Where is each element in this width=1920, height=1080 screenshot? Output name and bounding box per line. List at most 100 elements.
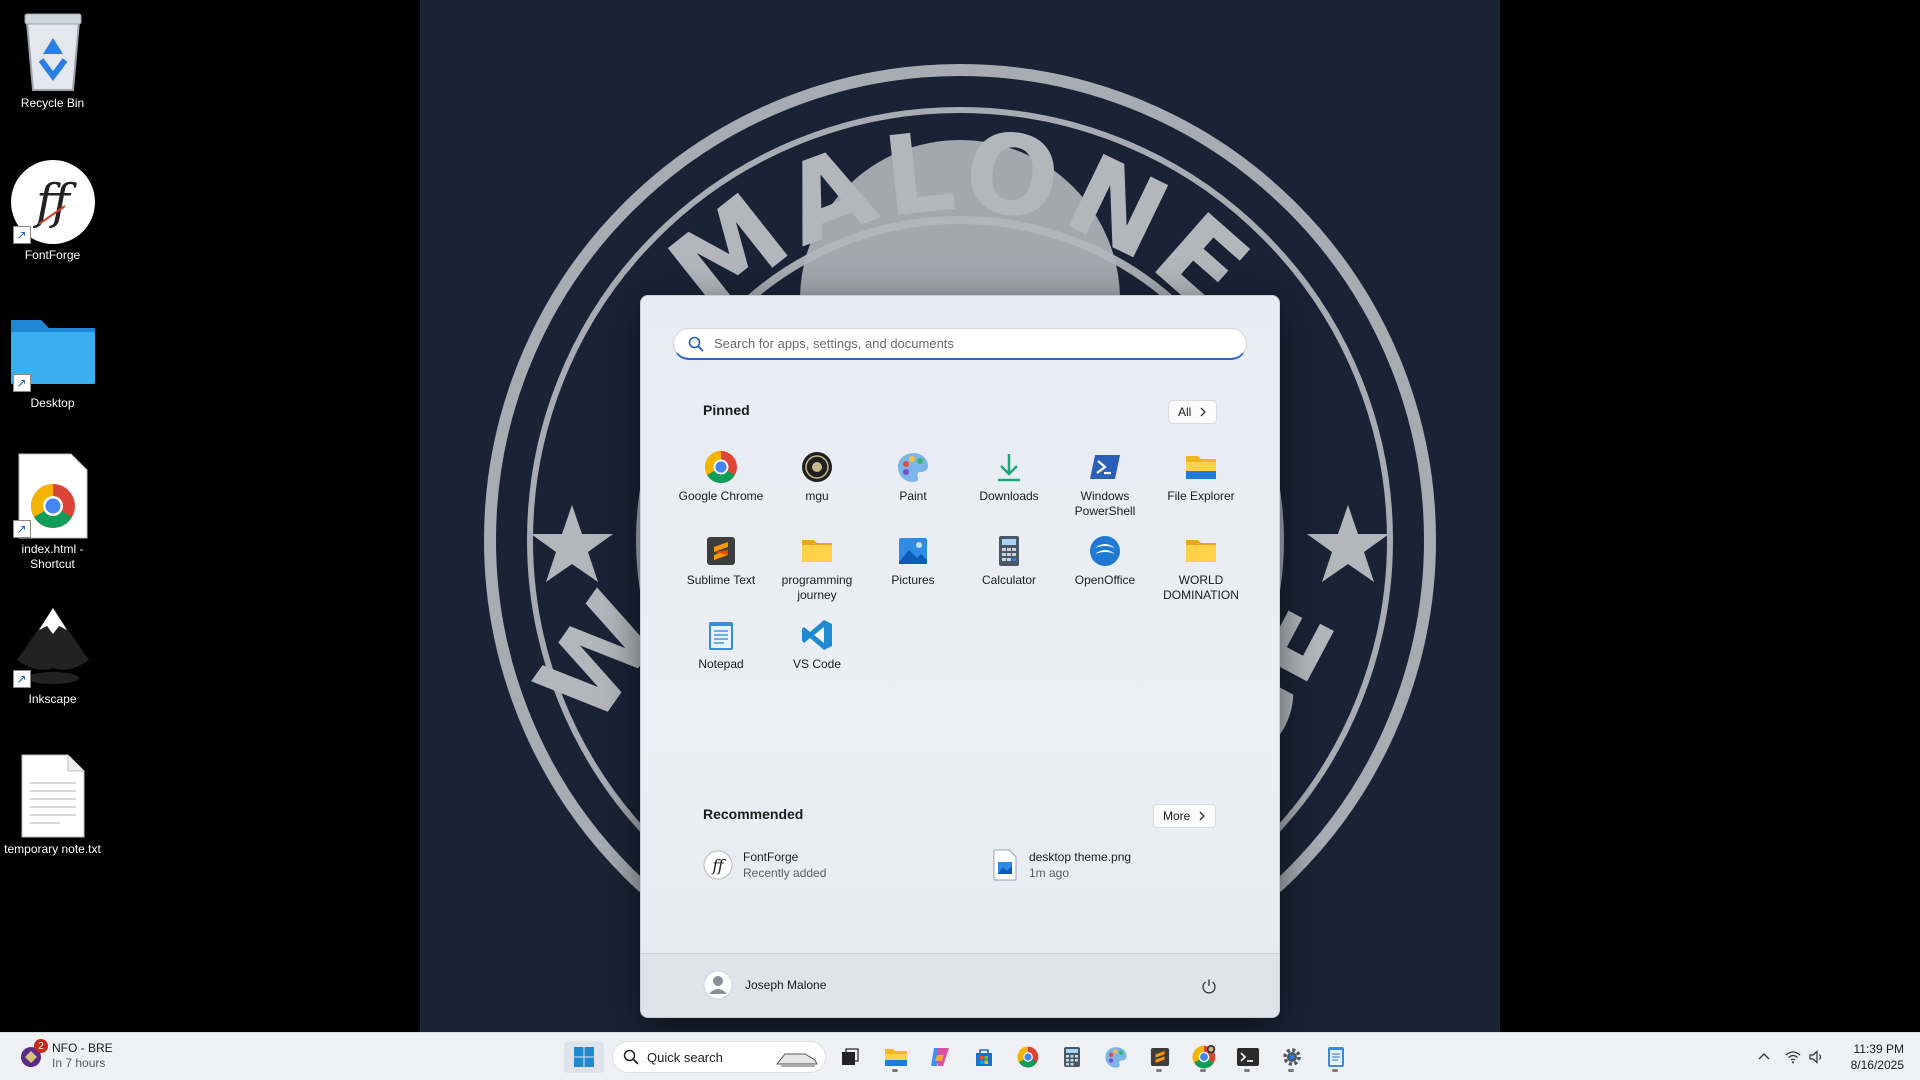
pinned-app-label: mgu <box>805 489 829 503</box>
taskbar-paint[interactable] <box>1096 1041 1136 1073</box>
pinned-app-pictures[interactable]: Pictures <box>865 526 961 610</box>
pinned-app-label: Sublime Text <box>686 573 756 587</box>
openoffice-icon <box>1090 536 1120 566</box>
power-button[interactable] <box>1197 974 1221 998</box>
pinned-app-label: WORLD DOMINATION <box>1163 573 1239 602</box>
pinned-app-file-explorer[interactable]: File Explorer <box>1153 442 1249 526</box>
recommended-subtitle: 1m ago <box>1029 866 1070 880</box>
weather-badge-container: 2 <box>18 1039 48 1069</box>
more-label: More <box>1163 809 1191 823</box>
running-indicator <box>892 1069 898 1072</box>
folder-icon <box>1186 540 1216 562</box>
taskbar-settings[interactable] <box>1272 1041 1312 1073</box>
downloads-icon <box>998 454 1020 482</box>
pinned-app-calculator[interactable]: Calculator <box>961 526 1057 610</box>
weather-subtitle: In 7 hours <box>52 1056 106 1070</box>
pinned-app-downloads[interactable]: Downloads <box>961 442 1057 526</box>
recommended-item-fontforge[interactable]: ff FontForge Recently added <box>703 849 826 881</box>
all-apps-label: All <box>1178 405 1192 419</box>
desktop-icon-label: index.html - Shortcut <box>21 542 84 571</box>
windows-logo-icon <box>574 1047 594 1067</box>
user-name: Joseph Malone <box>745 978 827 992</box>
pinned-app-windows-powershell[interactable]: Windows PowerShell <box>1057 442 1153 526</box>
pinned-app-label: Calculator <box>981 573 1037 587</box>
notification-badge: 2 <box>34 1039 48 1053</box>
notepad-icon <box>709 622 733 650</box>
pictures-icon <box>899 538 927 564</box>
pinned-app-paint[interactable]: Paint <box>865 442 961 526</box>
wifi-icon <box>1785 1051 1801 1064</box>
user-account-button[interactable]: Joseph Malone <box>703 970 826 1000</box>
vscode-icon <box>802 620 832 650</box>
taskbar-notepad[interactable] <box>1316 1041 1356 1073</box>
desktop-icon-label: Inkscape <box>28 692 77 706</box>
desktop-icon-label: Recycle Bin <box>20 96 85 110</box>
system-tray: 11:39 PM 8/16/2025 <box>1757 1041 1904 1073</box>
start-search-input[interactable] <box>714 336 1214 351</box>
taskbar-sublime-text[interactable] <box>1140 1041 1180 1073</box>
taskbar-google-chrome[interactable] <box>1008 1041 1048 1073</box>
pinned-app-notepad[interactable]: Notepad <box>673 610 769 694</box>
paint-icon <box>1105 1047 1127 1068</box>
start-button[interactable] <box>564 1041 604 1073</box>
taskbar-file-explorer[interactable] <box>876 1041 916 1073</box>
pinned-app-label: Google Chrome <box>678 489 764 503</box>
pinned-app-label: Paint <box>899 489 927 503</box>
start-menu-footer: Joseph Malone <box>641 953 1279 1017</box>
pinned-app-openoffice[interactable]: OpenOffice <box>1057 526 1153 610</box>
taskbar-chrome-profile[interactable] <box>1184 1041 1224 1073</box>
pinned-app-mgu[interactable]: mgu <box>769 442 865 526</box>
desktop-icon-desktop-folder[interactable]: ↗ Desktop <box>0 306 105 411</box>
pinned-app-google-chrome[interactable]: Google Chrome <box>673 442 769 526</box>
pinned-app-vs-code[interactable]: VS Code <box>769 610 865 694</box>
running-indicator <box>1332 1069 1338 1072</box>
pinned-app-sublime-text[interactable]: Sublime Text <box>673 526 769 610</box>
fontforge-icon: ff <box>703 850 733 880</box>
running-indicator <box>1288 1069 1294 1072</box>
desktop-icon-fontforge[interactable]: ff ↗ FontForge <box>0 158 105 263</box>
pinned-app-world-domination[interactable]: WORLD DOMINATION <box>1153 526 1249 610</box>
taskbar-microsoft-store[interactable] <box>964 1041 1004 1073</box>
calculator-icon <box>1064 1047 1080 1067</box>
chevron-up-icon[interactable] <box>1757 1050 1771 1064</box>
chrome-profile-icon <box>1192 1045 1216 1069</box>
clock[interactable]: 11:39 PM 8/16/2025 <box>1851 1041 1904 1073</box>
taskbar-search[interactable]: Quick search <box>612 1041 826 1073</box>
task-view-icon <box>842 1048 859 1065</box>
calculator-icon <box>999 536 1019 566</box>
recycle-bin-icon <box>24 13 81 91</box>
pinned-app-programming-journey[interactable]: programming journey <box>769 526 865 610</box>
shortcut-arrow-icon: ↗ <box>12 226 31 244</box>
taskbar-terminal[interactable] <box>1228 1041 1268 1073</box>
search-icon <box>623 1049 639 1065</box>
desktop-icon-inkscape[interactable]: ↗ Inkscape <box>0 602 105 707</box>
running-indicator <box>1244 1069 1250 1072</box>
recommended-title: desktop theme.png <box>1029 850 1132 864</box>
taskbar-copilot[interactable] <box>920 1041 960 1073</box>
copilot-icon <box>931 1048 949 1066</box>
clock-date: 8/16/2025 <box>1850 1058 1904 1072</box>
recommended-item-desktop-theme[interactable]: desktop theme.png 1m ago <box>991 849 1131 881</box>
desktop-icon-index-html[interactable]: ↗ index.html - Shortcut <box>0 452 105 572</box>
start-menu: Pinned All Google Chrome <box>640 295 1280 1018</box>
pinned-apps-grid: Google Chrome mgu Paint Downloads Window… <box>673 442 1249 694</box>
all-apps-button[interactable]: All <box>1168 400 1218 424</box>
powershell-icon <box>1090 455 1120 479</box>
desktop-icon-temporary-note[interactable]: temporary note.txt <box>0 752 105 857</box>
network-volume-button[interactable] <box>1785 1050 1825 1064</box>
weather-title: NFO - BRE <box>52 1041 113 1055</box>
taskbar-calculator[interactable] <box>1052 1041 1092 1073</box>
taskbar-task-view[interactable] <box>830 1041 870 1073</box>
desktop-icon-recycle-bin[interactable]: Recycle Bin <box>0 6 105 111</box>
weather-widget[interactable]: 2 NFO - BRE In 7 hours <box>18 1039 113 1071</box>
more-recommended-button[interactable]: More <box>1153 804 1217 828</box>
recommended-title: FontForge <box>743 850 799 864</box>
start-search-box[interactable] <box>673 328 1247 360</box>
shortcut-arrow-icon: ↗ <box>12 520 31 538</box>
sublime-text-icon <box>707 537 735 565</box>
recommended-heading: Recommended <box>703 806 804 822</box>
file-explorer-icon <box>1186 456 1216 479</box>
avatar-icon <box>703 970 733 1000</box>
file-explorer-icon <box>885 1049 907 1066</box>
store-icon <box>976 1049 992 1066</box>
